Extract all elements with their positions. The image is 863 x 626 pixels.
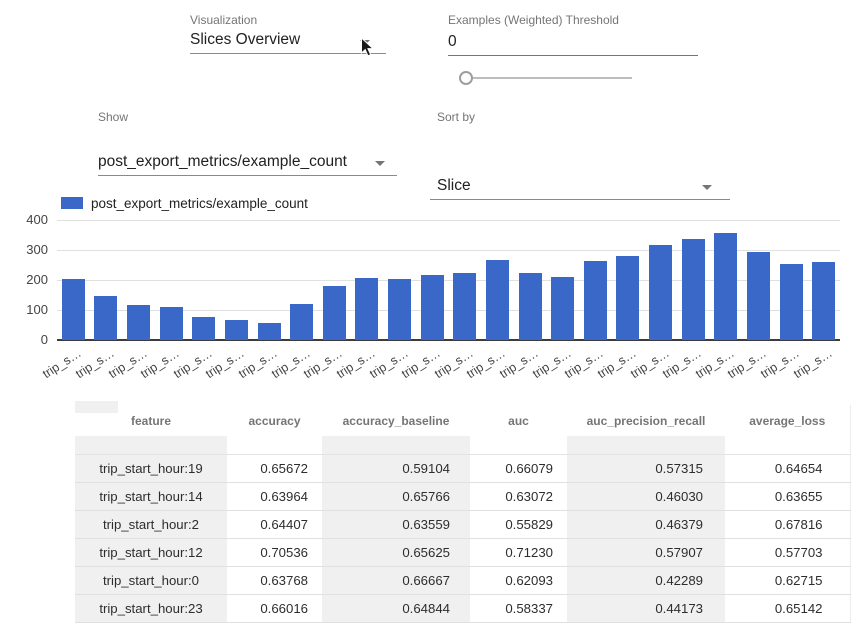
metric-cell: 0.66079 bbox=[470, 455, 567, 483]
slice-bar[interactable] bbox=[584, 261, 607, 340]
metric-cell: 0.57315 bbox=[567, 455, 725, 483]
metric-cell: 0.65672 bbox=[227, 455, 322, 483]
slice-bar[interactable] bbox=[225, 320, 248, 340]
table-row: trip_start_hour:140.639640.657660.630720… bbox=[75, 483, 850, 511]
metric-cell: 0.42289 bbox=[567, 567, 725, 595]
slice-bar[interactable] bbox=[192, 317, 215, 340]
y-axis-tick: 300 bbox=[8, 241, 48, 259]
slice-bar[interactable] bbox=[355, 278, 378, 340]
slice-bar[interactable] bbox=[551, 277, 574, 340]
metric-cell: 0.46030 bbox=[567, 483, 725, 511]
feature-cell: trip_start_hour:14 bbox=[75, 483, 227, 511]
slice-bar[interactable] bbox=[62, 279, 85, 340]
y-axis-tick: 200 bbox=[8, 271, 48, 289]
metric-cell: 0.70536 bbox=[227, 539, 322, 567]
metric-cell: 0.59104 bbox=[322, 455, 470, 483]
slices-bar-chart: post_export_metrics/example_count 0 100 20… bbox=[0, 0, 863, 400]
column-header-average_loss[interactable]: average_loss bbox=[725, 405, 850, 436]
column-filter[interactable] bbox=[75, 436, 227, 455]
table-row: trip_start_hour:20.644070.635590.558290.… bbox=[75, 511, 850, 539]
table-row: trip_start_hour:120.705360.656250.712300… bbox=[75, 539, 850, 567]
metric-cell: 0.65625 bbox=[322, 539, 470, 567]
y-axis-tick: 400 bbox=[8, 211, 48, 229]
metric-cell: 0.64407 bbox=[227, 511, 322, 539]
metric-cell: 0.62715 bbox=[725, 567, 850, 595]
column-filter[interactable] bbox=[470, 436, 567, 455]
metric-cell: 0.55829 bbox=[470, 511, 567, 539]
slice-bar[interactable] bbox=[682, 239, 705, 340]
metric-cell: 0.57703 bbox=[725, 539, 850, 567]
slice-bar[interactable] bbox=[258, 323, 281, 340]
metric-cell: 0.63559 bbox=[322, 511, 470, 539]
column-header-auc_precision_recall[interactable]: auc_precision_recall bbox=[567, 405, 725, 436]
metric-cell: 0.63655 bbox=[725, 483, 850, 511]
table-row: trip_start_hour:230.660160.648440.583370… bbox=[75, 595, 850, 623]
legend-label: post_export_metrics/example_count bbox=[91, 196, 308, 211]
slice-bar[interactable] bbox=[421, 275, 444, 340]
metric-cell: 0.67816 bbox=[725, 511, 850, 539]
metric-cell: 0.65142 bbox=[725, 595, 850, 623]
y-axis-tick: 0 bbox=[8, 331, 48, 349]
metric-cell: 0.63768 bbox=[227, 567, 322, 595]
slice-bar[interactable] bbox=[127, 305, 150, 340]
column-filter[interactable] bbox=[567, 436, 725, 455]
metric-cell: 0.63072 bbox=[470, 483, 567, 511]
metric-cell: 0.64654 bbox=[725, 455, 850, 483]
filter-row bbox=[75, 436, 850, 455]
column-filter[interactable] bbox=[725, 436, 850, 455]
header-row: featureaccuracyaccuracy_baselineaucauc_p… bbox=[75, 405, 850, 436]
feature-cell: trip_start_hour:2 bbox=[75, 511, 227, 539]
column-header-auc[interactable]: auc bbox=[470, 405, 567, 436]
column-header-accuracy_baseline[interactable]: accuracy_baseline bbox=[322, 405, 470, 436]
table-row: trip_start_hour:00.637680.666670.620930.… bbox=[75, 567, 850, 595]
metric-cell: 0.62093 bbox=[470, 567, 567, 595]
gridline bbox=[57, 220, 840, 221]
column-header-accuracy[interactable]: accuracy bbox=[227, 405, 322, 436]
column-header-feature[interactable]: feature bbox=[75, 405, 227, 436]
metric-cell: 0.64844 bbox=[322, 595, 470, 623]
slice-bar[interactable] bbox=[94, 296, 117, 340]
feature-cell: trip_start_hour:19 bbox=[75, 455, 227, 483]
slice-bar[interactable] bbox=[812, 262, 835, 340]
slice-bar[interactable] bbox=[388, 279, 411, 340]
metric-cell: 0.63964 bbox=[227, 483, 322, 511]
column-filter[interactable] bbox=[227, 436, 322, 455]
slice-bar[interactable] bbox=[519, 273, 542, 340]
metric-cell: 0.66016 bbox=[227, 595, 322, 623]
slice-bar[interactable] bbox=[453, 273, 476, 340]
slice-bar[interactable] bbox=[290, 304, 313, 340]
metric-cell: 0.71230 bbox=[470, 539, 567, 567]
metric-cell: 0.66667 bbox=[322, 567, 470, 595]
feature-cell: trip_start_hour:23 bbox=[75, 595, 227, 623]
slice-bar[interactable] bbox=[714, 233, 737, 340]
slice-bar[interactable] bbox=[649, 245, 672, 340]
slice-bar[interactable] bbox=[616, 256, 639, 340]
column-filter[interactable] bbox=[322, 436, 470, 455]
metric-cell: 0.58337 bbox=[470, 595, 567, 623]
legend-swatch bbox=[61, 197, 83, 209]
metrics-table: featureaccuracyaccuracy_baselineaucauc_p… bbox=[75, 405, 851, 623]
metric-cell: 0.65766 bbox=[322, 483, 470, 511]
feature-cell: trip_start_hour:12 bbox=[75, 539, 227, 567]
table-row: trip_start_hour:190.656720.591040.660790… bbox=[75, 455, 850, 483]
slicing-metrics-browser: Visualization Slices Overview Examples (… bbox=[0, 0, 863, 626]
feature-cell: trip_start_hour:0 bbox=[75, 567, 227, 595]
slice-bar[interactable] bbox=[780, 264, 803, 340]
slice-bar[interactable] bbox=[160, 307, 183, 340]
slice-bar[interactable] bbox=[747, 252, 770, 340]
metric-cell: 0.57907 bbox=[567, 539, 725, 567]
metric-cell: 0.46379 bbox=[567, 511, 725, 539]
slice-bar[interactable] bbox=[323, 286, 346, 340]
slice-bar[interactable] bbox=[486, 260, 509, 340]
metric-cell: 0.44173 bbox=[567, 595, 725, 623]
y-axis-tick: 100 bbox=[8, 301, 48, 319]
mouse-cursor-icon bbox=[360, 37, 375, 58]
